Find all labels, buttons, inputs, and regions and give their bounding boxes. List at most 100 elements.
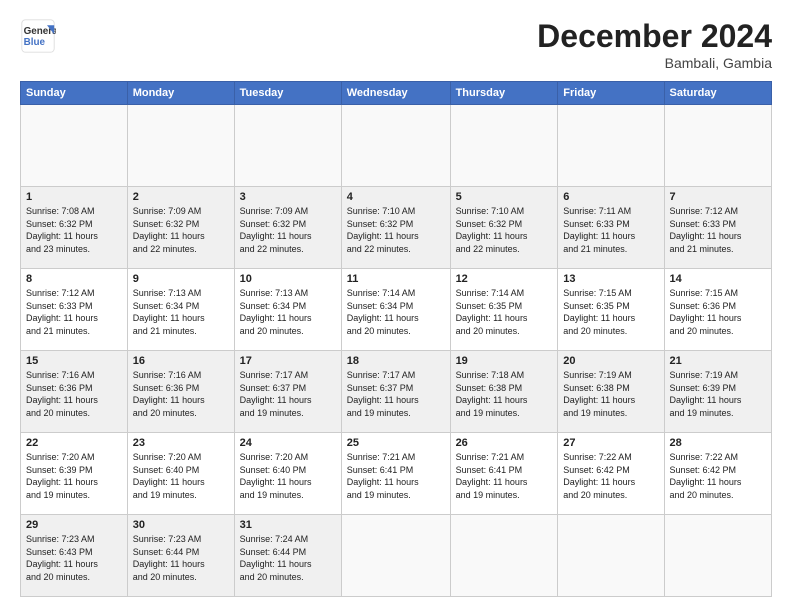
header: General Blue December 2024 Bambali, Gamb… <box>20 18 772 71</box>
calendar-week-3: 8 Sunrise: 7:12 AM Sunset: 6:33 PM Daylig… <box>21 269 772 351</box>
day-info: Sunrise: 7:17 AM Sunset: 6:37 PM Dayligh… <box>347 369 445 419</box>
day-info: Sunrise: 7:23 AM Sunset: 6:44 PM Dayligh… <box>133 533 229 583</box>
calendar-cell: 20Sunrise: 7:19 AM Sunset: 6:38 PM Dayli… <box>558 351 664 433</box>
day-info: Sunrise: 7:22 AM Sunset: 6:42 PM Dayligh… <box>563 451 658 501</box>
calendar-cell <box>234 105 341 187</box>
page: General Blue December 2024 Bambali, Gamb… <box>0 0 792 607</box>
svg-text:Blue: Blue <box>24 37 46 48</box>
calendar-cell <box>558 515 664 597</box>
calendar-cell <box>341 515 450 597</box>
calendar-cell: 10Sunrise: 7:13 AM Sunset: 6:34 PM Dayli… <box>234 269 341 351</box>
day-info: Sunrise: 7:20 AM Sunset: 6:40 PM Dayligh… <box>133 451 229 501</box>
day-info: Sunrise: 7:21 AM Sunset: 6:41 PM Dayligh… <box>347 451 445 501</box>
title-block: December 2024 Bambali, Gambia <box>537 18 772 71</box>
calendar-cell: 19Sunrise: 7:18 AM Sunset: 6:38 PM Dayli… <box>450 351 558 433</box>
calendar-week-2: 1 Sunrise: 7:08 AM Sunset: 6:32 PM Daylig… <box>21 187 772 269</box>
day-number: 30 <box>133 519 229 531</box>
calendar-cell: 7Sunrise: 7:12 AM Sunset: 6:33 PM Daylig… <box>664 187 772 269</box>
day-info: Sunrise: 7:15 AM Sunset: 6:35 PM Dayligh… <box>563 287 658 337</box>
calendar-cell <box>450 515 558 597</box>
calendar-cell: 2Sunrise: 7:09 AM Sunset: 6:32 PM Daylig… <box>127 187 234 269</box>
day-number: 27 <box>563 437 658 449</box>
day-info: Sunrise: 7:20 AM Sunset: 6:39 PM Dayligh… <box>26 451 122 501</box>
column-header-sunday: Sunday <box>21 82 128 105</box>
calendar-week-6: 29 Sunrise: 7:23 AM Sunset: 6:43 PM Dayli… <box>21 515 772 597</box>
day-info: Sunrise: 7:13 AM Sunset: 6:34 PM Dayligh… <box>133 287 229 337</box>
calendar-cell <box>341 105 450 187</box>
calendar-week-1 <box>21 105 772 187</box>
day-number: 12 <box>456 273 553 285</box>
day-number: 18 <box>347 355 445 367</box>
column-header-wednesday: Wednesday <box>341 82 450 105</box>
calendar-cell: 28Sunrise: 7:22 AM Sunset: 6:42 PM Dayli… <box>664 433 772 515</box>
calendar-cell: 9 Sunrise: 7:13 AM Sunset: 6:34 PM Daylig… <box>127 269 234 351</box>
calendar-cell: 12 Sunrise: 7:14 AM Sunset: 6:35 PM Dayli… <box>450 269 558 351</box>
day-info: Sunrise: 7:16 AM Sunset: 6:36 PM Dayligh… <box>26 369 122 419</box>
day-info: Sunrise: 7:19 AM Sunset: 6:39 PM Dayligh… <box>670 369 767 419</box>
day-number: 3 <box>240 191 336 203</box>
day-number: 6 <box>563 191 658 203</box>
calendar-cell: 14 Sunrise: 7:15 AM Sunset: 6:36 PM Dayli… <box>664 269 772 351</box>
day-info: Sunrise: 7:20 AM Sunset: 6:40 PM Dayligh… <box>240 451 336 501</box>
day-info: Sunrise: 7:15 AM Sunset: 6:36 PM Dayligh… <box>670 287 767 337</box>
day-number: 13 <box>563 273 658 285</box>
calendar-cell: 5 Sunrise: 7:10 AM Sunset: 6:32 PM Daylig… <box>450 187 558 269</box>
month-year: December 2024 <box>537 18 772 55</box>
calendar-cell: 21 Sunrise: 7:19 AM Sunset: 6:39 PM Dayli… <box>664 351 772 433</box>
day-info: Sunrise: 7:14 AM Sunset: 6:35 PM Dayligh… <box>456 287 553 337</box>
day-number: 2 <box>133 191 229 203</box>
column-header-thursday: Thursday <box>450 82 558 105</box>
day-number: 11 <box>347 273 445 285</box>
calendar-cell: 31Sunrise: 7:24 AM Sunset: 6:44 PM Dayli… <box>234 515 341 597</box>
calendar-cell: 25 Sunrise: 7:21 AM Sunset: 6:41 PM Dayli… <box>341 433 450 515</box>
column-header-friday: Friday <box>558 82 664 105</box>
column-header-monday: Monday <box>127 82 234 105</box>
calendar-week-4: 15 Sunrise: 7:16 AM Sunset: 6:36 PM Dayli… <box>21 351 772 433</box>
calendar-cell: 30 Sunrise: 7:23 AM Sunset: 6:44 PM Dayli… <box>127 515 234 597</box>
calendar-cell: 15 Sunrise: 7:16 AM Sunset: 6:36 PM Dayli… <box>21 351 128 433</box>
day-info: Sunrise: 7:10 AM Sunset: 6:32 PM Dayligh… <box>347 205 445 255</box>
day-number: 17 <box>240 355 336 367</box>
calendar-cell: 6Sunrise: 7:11 AM Sunset: 6:33 PM Daylig… <box>558 187 664 269</box>
day-number: 1 <box>26 191 122 203</box>
day-info: Sunrise: 7:08 AM Sunset: 6:32 PM Dayligh… <box>26 205 122 255</box>
logo: General Blue <box>20 18 56 54</box>
day-number: 16 <box>133 355 229 367</box>
day-number: 5 <box>456 191 553 203</box>
day-info: Sunrise: 7:23 AM Sunset: 6:43 PM Dayligh… <box>26 533 122 583</box>
day-number: 15 <box>26 355 122 367</box>
calendar-table: SundayMondayTuesdayWednesdayThursdayFrid… <box>20 81 772 597</box>
day-number: 14 <box>670 273 767 285</box>
calendar-cell: 24 Sunrise: 7:20 AM Sunset: 6:40 PM Dayli… <box>234 433 341 515</box>
calendar-cell: 1 Sunrise: 7:08 AM Sunset: 6:32 PM Daylig… <box>21 187 128 269</box>
logo-icon: General Blue <box>20 18 56 54</box>
calendar-cell: 23Sunrise: 7:20 AM Sunset: 6:40 PM Dayli… <box>127 433 234 515</box>
day-number: 25 <box>347 437 445 449</box>
calendar-header-row: SundayMondayTuesdayWednesdayThursdayFrid… <box>21 82 772 105</box>
day-number: 8 <box>26 273 122 285</box>
day-number: 31 <box>240 519 336 531</box>
calendar-cell: 26Sunrise: 7:21 AM Sunset: 6:41 PM Dayli… <box>450 433 558 515</box>
day-info: Sunrise: 7:12 AM Sunset: 6:33 PM Dayligh… <box>26 287 122 337</box>
calendar-cell: 8 Sunrise: 7:12 AM Sunset: 6:33 PM Daylig… <box>21 269 128 351</box>
location: Bambali, Gambia <box>537 55 772 71</box>
calendar-cell <box>558 105 664 187</box>
day-number: 20 <box>563 355 658 367</box>
day-number: 29 <box>26 519 122 531</box>
day-info: Sunrise: 7:09 AM Sunset: 6:32 PM Dayligh… <box>240 205 336 255</box>
day-number: 7 <box>670 191 767 203</box>
calendar-cell: 13 Sunrise: 7:15 AM Sunset: 6:35 PM Dayli… <box>558 269 664 351</box>
day-number: 9 <box>133 273 229 285</box>
day-number: 21 <box>670 355 767 367</box>
calendar-cell: 29 Sunrise: 7:23 AM Sunset: 6:43 PM Dayli… <box>21 515 128 597</box>
day-info: Sunrise: 7:10 AM Sunset: 6:32 PM Dayligh… <box>456 205 553 255</box>
day-number: 28 <box>670 437 767 449</box>
column-header-saturday: Saturday <box>664 82 772 105</box>
day-number: 4 <box>347 191 445 203</box>
calendar-cell <box>664 105 772 187</box>
calendar-cell: 3 Sunrise: 7:09 AM Sunset: 6:32 PM Daylig… <box>234 187 341 269</box>
calendar-week-5: 22Sunrise: 7:20 AM Sunset: 6:39 PM Dayli… <box>21 433 772 515</box>
day-info: Sunrise: 7:13 AM Sunset: 6:34 PM Dayligh… <box>240 287 336 337</box>
calendar-cell: 27 Sunrise: 7:22 AM Sunset: 6:42 PM Dayli… <box>558 433 664 515</box>
day-number: 24 <box>240 437 336 449</box>
